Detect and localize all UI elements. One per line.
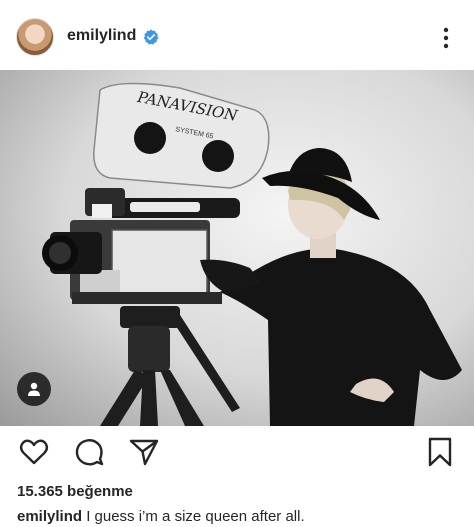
post-username[interactable]: emilylind	[67, 27, 136, 45]
post-header: emilylind	[0, 0, 474, 70]
caption-username[interactable]: emilylind	[17, 508, 82, 525]
like-count[interactable]: 15.365 beğenme	[17, 483, 133, 500]
user-tag-icon	[28, 382, 40, 396]
bookmark-icon[interactable]	[424, 436, 456, 468]
post-photo[interactable]: PANAVISION SYSTEM 65	[0, 70, 474, 426]
caption-text: I guess i’m a size queen after all.	[82, 508, 305, 525]
post-actions-bar	[0, 430, 474, 474]
verified-badge-icon	[143, 29, 159, 45]
more-options-icon[interactable]	[436, 24, 456, 52]
send-icon[interactable]	[128, 436, 160, 468]
photo-scene: PANAVISION SYSTEM 65	[42, 82, 462, 426]
heart-icon[interactable]	[18, 436, 50, 468]
tag-people-button[interactable]	[17, 372, 51, 406]
comment-icon[interactable]	[73, 436, 105, 468]
profile-avatar[interactable]	[16, 18, 54, 56]
post-caption: emilylind I guess i’m a size queen after…	[17, 508, 305, 525]
